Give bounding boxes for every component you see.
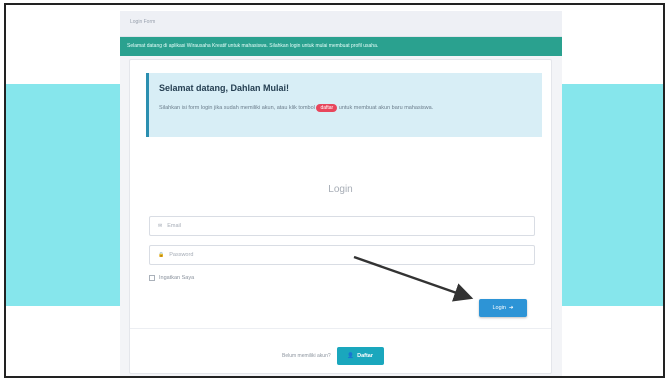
remember-me-label: Ingatkan Saya bbox=[159, 275, 195, 281]
register-button-label: Daftar bbox=[357, 353, 374, 359]
password-placeholder: Password bbox=[169, 252, 194, 258]
notice-text: Selamat datang di aplikasi Wirausaha Kre… bbox=[127, 43, 379, 49]
remember-me-option[interactable]: Ingatkan Saya bbox=[149, 275, 194, 281]
welcome-message: Silahkan isi form login jika sudah memil… bbox=[159, 102, 499, 114]
top-navigation-bar: Login Form bbox=[120, 11, 562, 37]
email-field[interactable]: ✉ Email bbox=[149, 216, 535, 236]
annotation-arrow bbox=[353, 255, 474, 302]
welcome-text-after: untuk membuat akun baru mahasiswa. bbox=[338, 105, 434, 111]
login-card: Selamat datang, Dahlan Mulai! Silahkan i… bbox=[129, 59, 552, 374]
remember-me-checkbox[interactable] bbox=[149, 275, 155, 281]
register-section: Belum memiliki akun? 👤 Daftar bbox=[282, 347, 384, 365]
welcome-text-before: Silahkan isi form login jika sudah memil… bbox=[159, 105, 315, 111]
register-prompt: Belum memiliki akun? bbox=[282, 353, 331, 359]
login-button-label: Login bbox=[492, 305, 506, 311]
screenshot-frame: Login Form Selamat datang di aplikasi Wi… bbox=[4, 3, 665, 378]
email-placeholder: Email bbox=[167, 223, 181, 229]
register-highlight-link[interactable]: daftar bbox=[316, 104, 338, 112]
welcome-title: Selamat datang, Dahlan Mulai! bbox=[159, 83, 290, 93]
lock-icon: 🔒 bbox=[158, 252, 165, 258]
notice-bar: Selamat datang di aplikasi Wirausaha Kre… bbox=[120, 37, 562, 56]
login-page: Login Form Selamat datang di aplikasi Wi… bbox=[120, 11, 562, 376]
user-plus-icon: 👤 bbox=[347, 353, 355, 359]
register-button[interactable]: 👤 Daftar bbox=[336, 347, 384, 365]
arrow-right-icon: ➜ bbox=[508, 305, 514, 311]
divider bbox=[130, 328, 551, 329]
welcome-alert: Selamat datang, Dahlan Mulai! Silahkan i… bbox=[146, 73, 542, 137]
login-heading: Login bbox=[328, 184, 353, 195]
login-button[interactable]: Login ➜ bbox=[479, 299, 527, 317]
page-title: Login Form bbox=[130, 19, 156, 25]
envelope-icon: ✉ bbox=[158, 223, 163, 229]
